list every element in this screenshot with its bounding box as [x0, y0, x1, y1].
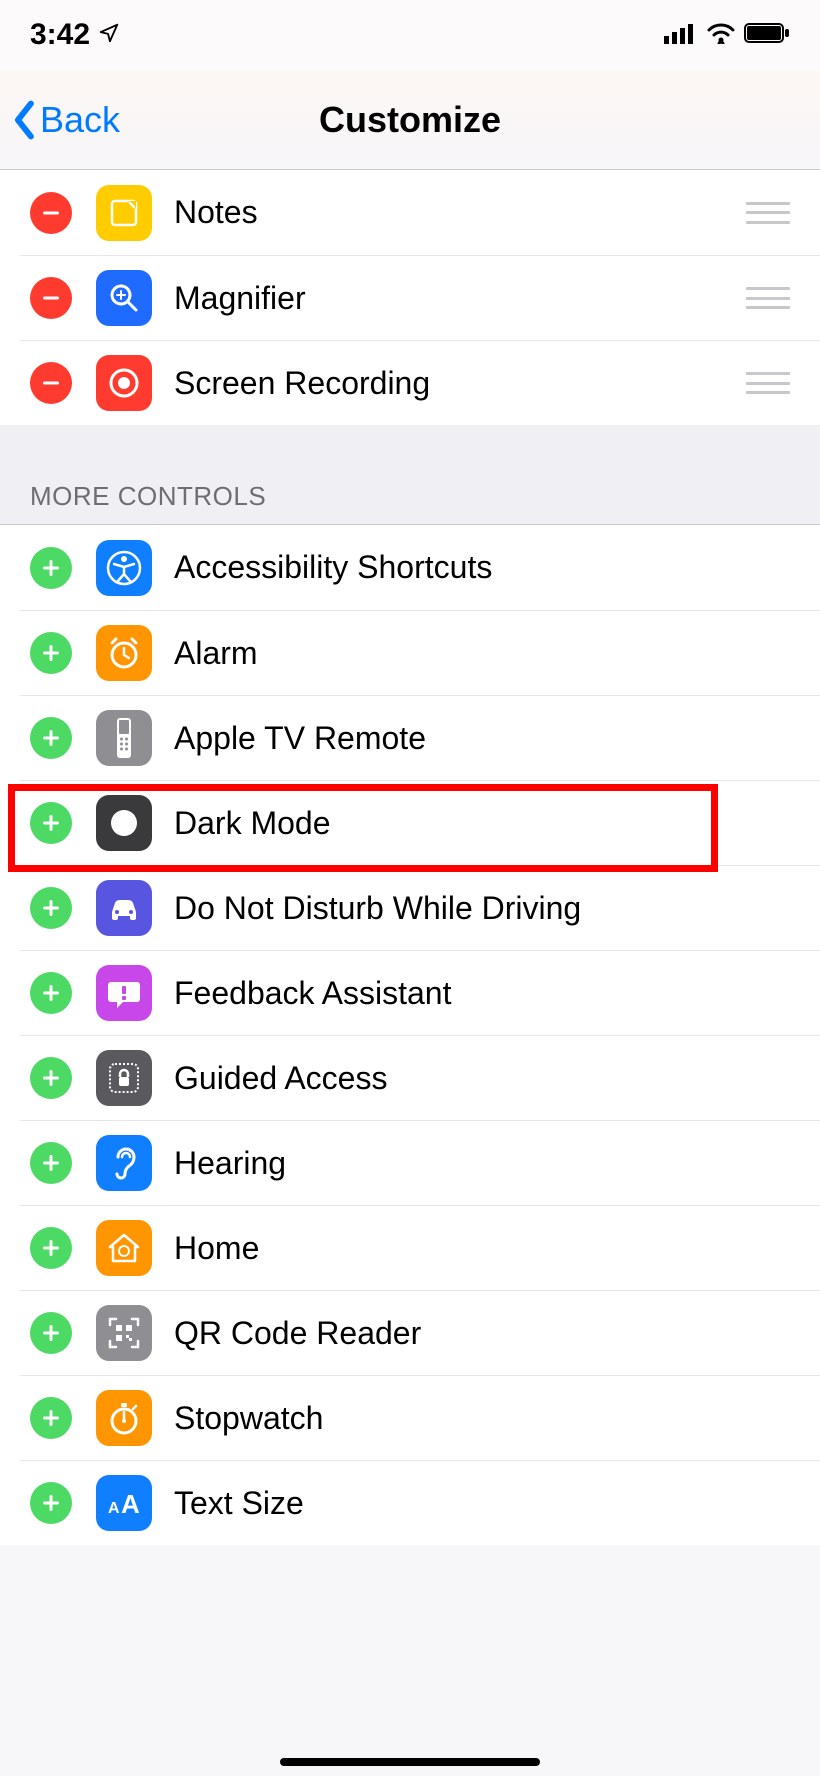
plus-icon — [41, 558, 61, 578]
add-button[interactable] — [30, 887, 72, 929]
add-button[interactable] — [30, 717, 72, 759]
minus-icon — [41, 288, 61, 308]
dnd-driving-icon — [96, 880, 152, 936]
plus-icon — [41, 1238, 61, 1258]
more-row-apple-tv-remote[interactable]: Apple TV Remote — [20, 695, 820, 780]
status-bar: 3:42 — [0, 0, 820, 70]
row-label: Feedback Assistant — [174, 975, 790, 1012]
magnifier-icon — [96, 270, 152, 326]
status-time: 3:42 — [30, 18, 90, 52]
plus-icon — [41, 813, 61, 833]
remove-button[interactable] — [30, 277, 72, 319]
battery-icon — [744, 22, 790, 49]
plus-icon — [41, 898, 61, 918]
screen-recording-icon — [96, 355, 152, 411]
nav-bar: Back Customize — [0, 70, 820, 170]
add-button[interactable] — [30, 1482, 72, 1524]
drag-handle-icon[interactable] — [746, 287, 790, 309]
more-row-dnd-driving[interactable]: Do Not Disturb While Driving — [20, 865, 820, 950]
row-label: Stopwatch — [174, 1400, 790, 1437]
plus-icon — [41, 1068, 61, 1088]
home-icon — [96, 1220, 152, 1276]
add-button[interactable] — [30, 1397, 72, 1439]
add-button[interactable] — [30, 802, 72, 844]
add-button[interactable] — [30, 632, 72, 674]
more-row-accessibility-shortcuts[interactable]: Accessibility Shortcuts — [0, 525, 820, 610]
drag-handle-icon[interactable] — [746, 372, 790, 394]
wifi-icon — [706, 22, 736, 49]
more-row-stopwatch[interactable]: Stopwatch — [20, 1375, 820, 1460]
text-size-icon: AA — [96, 1475, 152, 1531]
more-row-qr-code-reader[interactable]: QR Code Reader — [20, 1290, 820, 1375]
more-row-feedback-assistant[interactable]: Feedback Assistant — [20, 950, 820, 1035]
minus-icon — [41, 373, 61, 393]
row-label: Home — [174, 1230, 790, 1267]
svg-text:A: A — [121, 1489, 140, 1519]
row-label: Do Not Disturb While Driving — [174, 890, 790, 927]
add-button[interactable] — [30, 972, 72, 1014]
remove-button[interactable] — [30, 192, 72, 234]
page-title: Customize — [319, 99, 501, 141]
more-row-home[interactable]: Home — [20, 1205, 820, 1290]
more-row-text-size[interactable]: AA Text Size — [20, 1460, 820, 1545]
alarm-icon — [96, 625, 152, 681]
chevron-left-icon — [12, 100, 38, 140]
row-label: Apple TV Remote — [174, 720, 790, 757]
more-row-hearing[interactable]: Hearing — [20, 1120, 820, 1205]
dark-mode-icon — [96, 795, 152, 851]
home-indicator[interactable] — [280, 1758, 540, 1766]
plus-icon — [41, 643, 61, 663]
row-label: QR Code Reader — [174, 1315, 790, 1352]
row-label: Hearing — [174, 1145, 790, 1182]
row-label: Text Size — [174, 1485, 790, 1522]
plus-icon — [41, 1493, 61, 1513]
drag-handle-icon[interactable] — [746, 202, 790, 224]
row-label: Guided Access — [174, 1060, 790, 1097]
row-label: Screen Recording — [174, 365, 746, 402]
add-button[interactable] — [30, 1142, 72, 1184]
guided-access-icon — [96, 1050, 152, 1106]
included-controls-list: Notes Magnifier Screen Recording — [0, 170, 820, 425]
more-controls-header: MORE CONTROLS — [0, 425, 820, 524]
stopwatch-icon — [96, 1390, 152, 1446]
row-label: Accessibility Shortcuts — [174, 549, 790, 586]
remove-button[interactable] — [30, 362, 72, 404]
plus-icon — [41, 728, 61, 748]
included-row-magnifier[interactable]: Magnifier — [20, 255, 820, 340]
plus-icon — [41, 983, 61, 1003]
apple-tv-remote-icon — [96, 710, 152, 766]
notes-icon — [96, 185, 152, 241]
qr-code-reader-icon — [96, 1305, 152, 1361]
accessibility-icon — [96, 540, 152, 596]
hearing-icon — [96, 1135, 152, 1191]
cellular-icon — [664, 22, 698, 49]
plus-icon — [41, 1153, 61, 1173]
included-row-screen-recording[interactable]: Screen Recording — [20, 340, 820, 425]
row-label: Notes — [174, 194, 746, 231]
feedback-assistant-icon — [96, 965, 152, 1021]
minus-icon — [41, 203, 61, 223]
more-row-guided-access[interactable]: Guided Access — [20, 1035, 820, 1120]
more-row-alarm[interactable]: Alarm — [20, 610, 820, 695]
included-row-notes[interactable]: Notes — [0, 170, 820, 255]
add-button[interactable] — [30, 1312, 72, 1354]
location-icon — [98, 18, 120, 52]
add-button[interactable] — [30, 547, 72, 589]
row-label: Magnifier — [174, 280, 746, 317]
svg-text:A: A — [108, 1500, 120, 1517]
more-controls-list: Accessibility Shortcuts Alarm Apple TV R… — [0, 524, 820, 1545]
row-label: Alarm — [174, 635, 790, 672]
back-label: Back — [40, 99, 120, 141]
plus-icon — [41, 1408, 61, 1428]
row-label: Dark Mode — [174, 805, 790, 842]
add-button[interactable] — [30, 1227, 72, 1269]
more-row-dark-mode[interactable]: Dark Mode — [20, 780, 820, 865]
back-button[interactable]: Back — [12, 70, 120, 169]
plus-icon — [41, 1323, 61, 1343]
add-button[interactable] — [30, 1057, 72, 1099]
